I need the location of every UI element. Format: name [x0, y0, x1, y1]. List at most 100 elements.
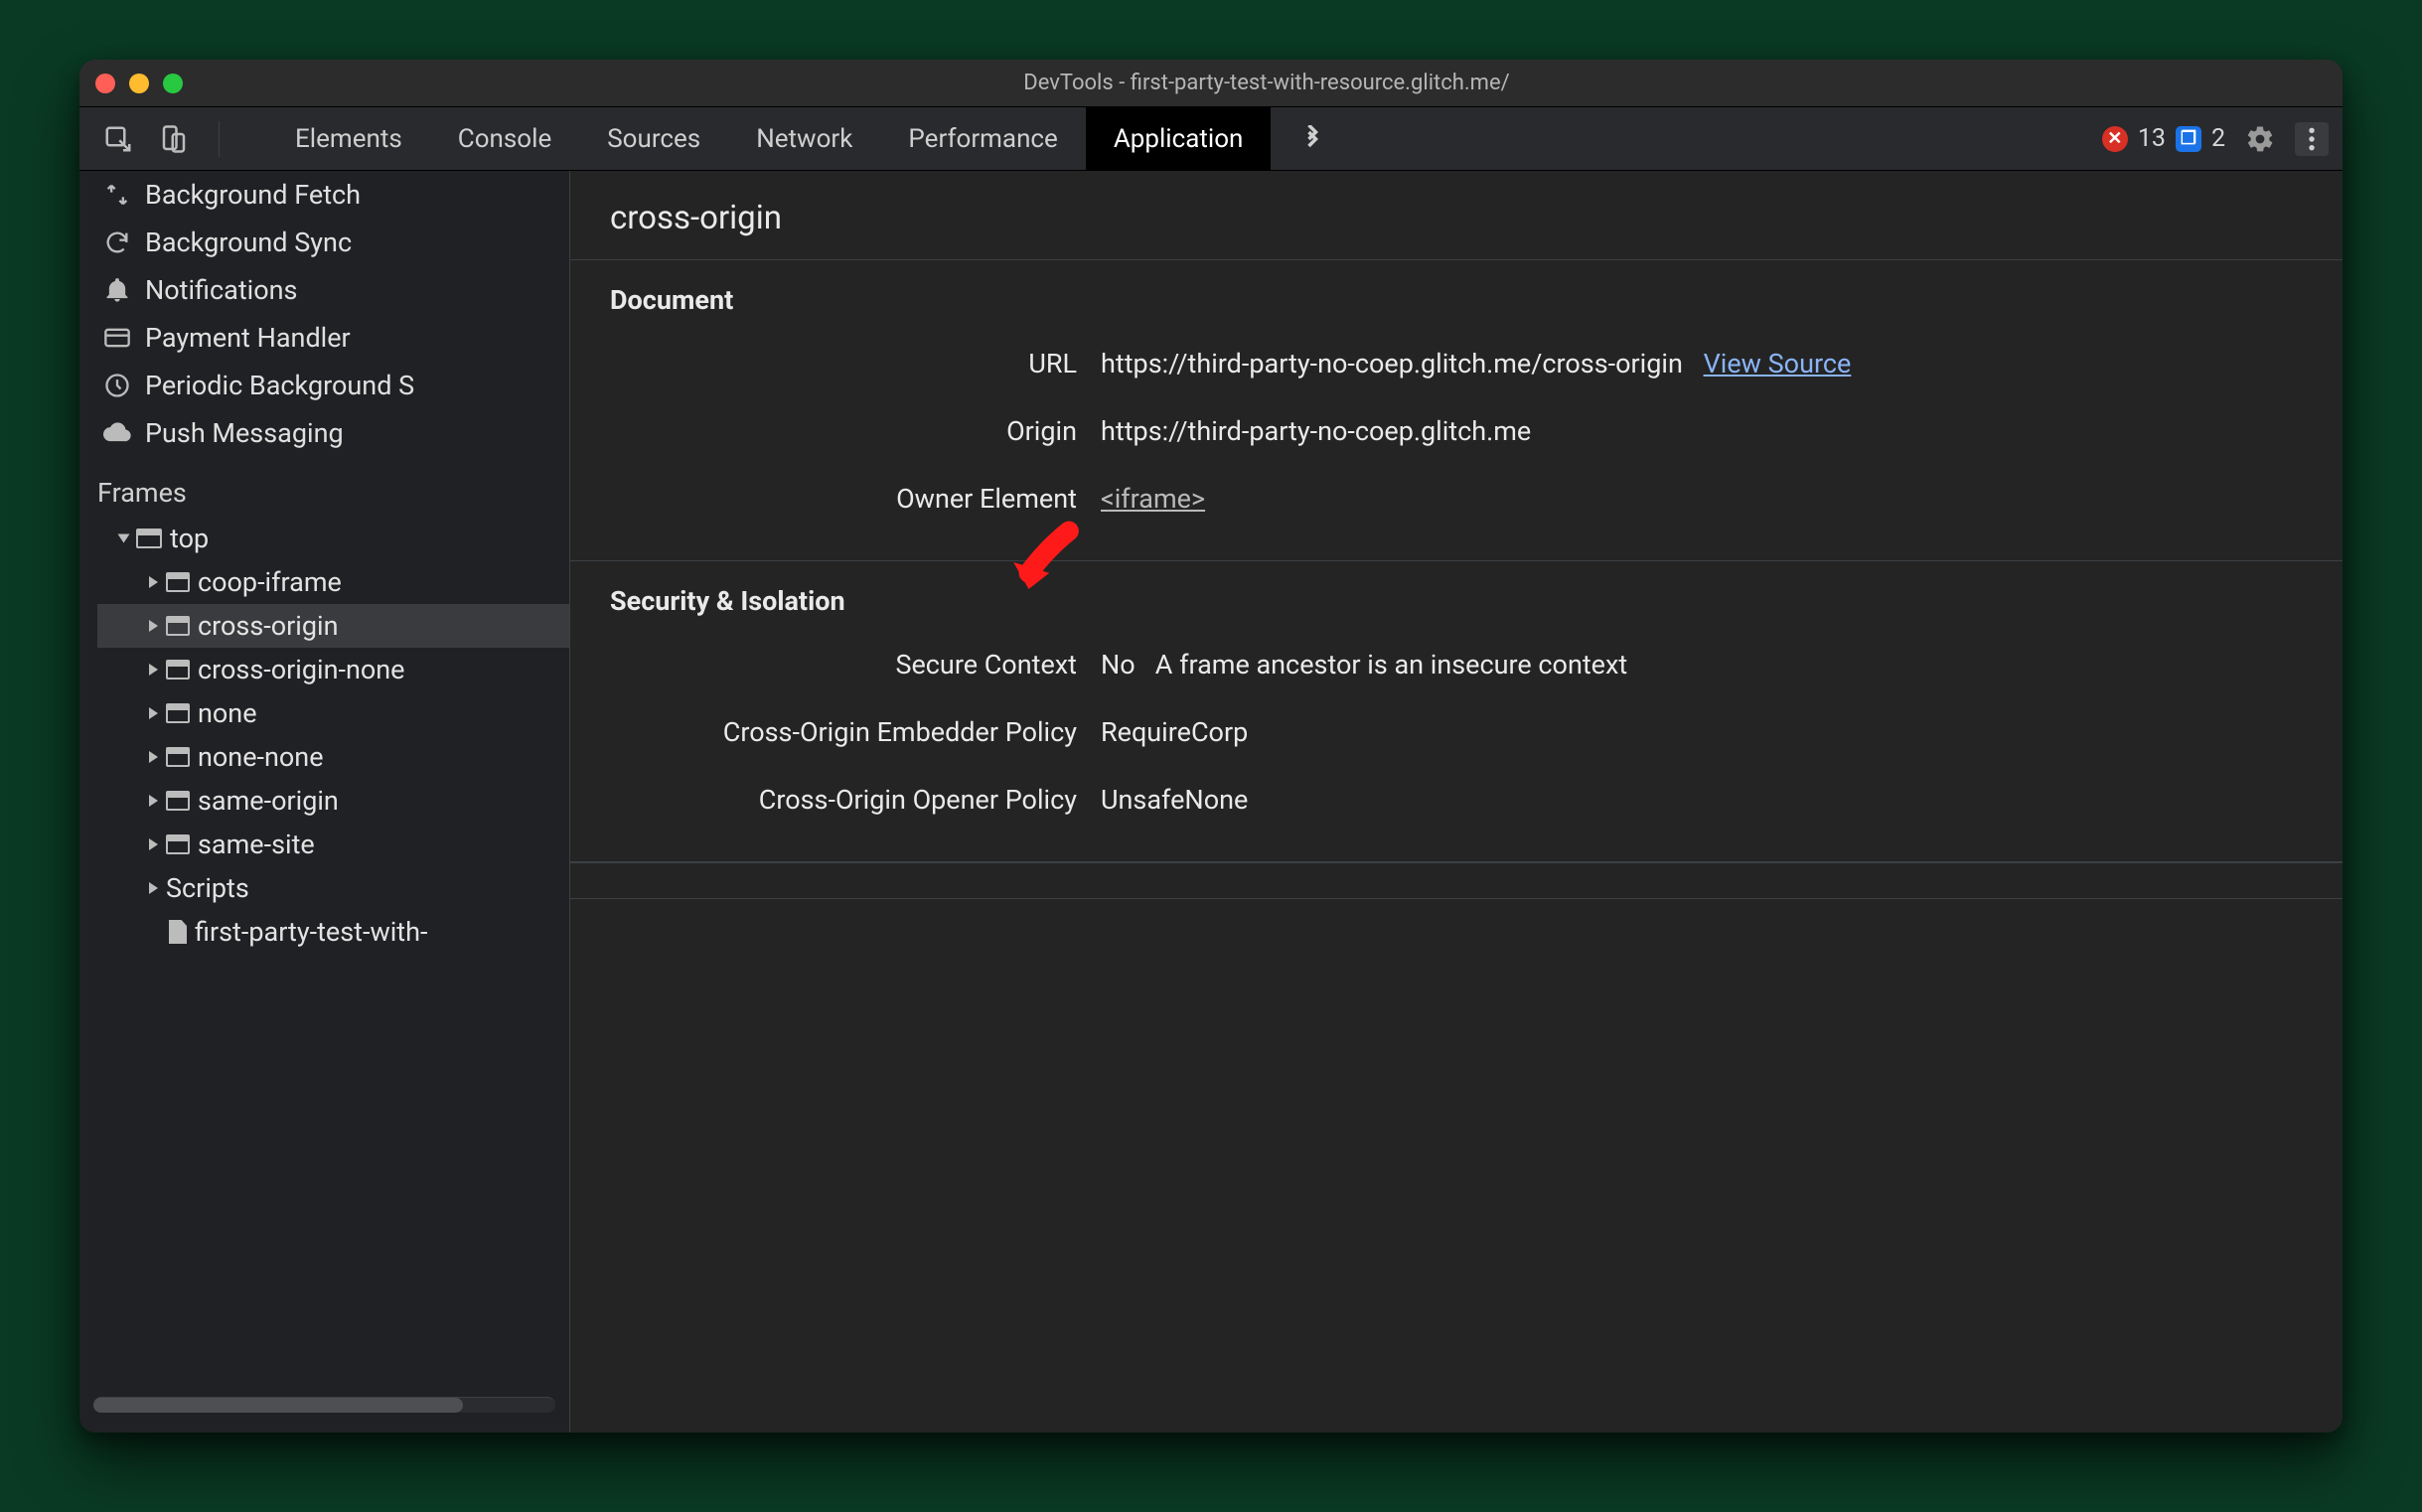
window-icon	[136, 529, 162, 548]
row-url: URL https://third-party-no-coep.glitch.m…	[610, 330, 2303, 397]
label: Secure Context	[610, 649, 1077, 680]
sidebar-item-payment-handler[interactable]: Payment Handler	[79, 314, 569, 362]
frame-icon	[166, 834, 190, 854]
label: none-none	[198, 741, 324, 773]
row-origin: Origin https://third-party-no-coep.glitc…	[610, 397, 2303, 465]
label: same-site	[198, 829, 315, 860]
close-window-button[interactable]	[95, 74, 115, 93]
document-section: Document URL https://third-party-no-coep…	[570, 260, 2343, 561]
sidebar-item-push-messaging[interactable]: Push Messaging	[79, 409, 569, 457]
tab-console[interactable]: Console	[430, 107, 579, 170]
script-file[interactable]: first-party-test-with-	[97, 910, 569, 954]
view-source-link[interactable]: View Source	[1704, 348, 1852, 379]
panel-tabs: Elements Console Sources Network Perform…	[267, 107, 1354, 170]
devtools-toolbar: Elements Console Sources Network Perform…	[79, 107, 2343, 171]
tab-elements[interactable]: Elements	[267, 107, 430, 170]
owner-element-link[interactable]: <iframe>	[1101, 483, 1205, 515]
divider	[219, 121, 220, 157]
label: Scripts	[166, 872, 249, 904]
label: cross-origin-none	[198, 654, 405, 685]
label: URL	[610, 348, 1077, 379]
frames-tree: top coop-iframe cross-origin	[79, 517, 569, 954]
chevron-right-icon	[149, 707, 158, 719]
label: Cross-Origin Opener Policy	[610, 784, 1077, 816]
label: Background Fetch	[145, 179, 361, 211]
sidebar-horizontal-scrollbar[interactable]	[93, 1397, 555, 1413]
value: <iframe>	[1101, 483, 2303, 515]
label: Background Sync	[145, 227, 352, 258]
frame-cross-origin-none[interactable]: cross-origin-none	[97, 648, 569, 691]
frames-section-title: Frames	[79, 457, 569, 517]
label: first-party-test-with-	[195, 916, 427, 948]
frame-same-site[interactable]: same-site	[97, 823, 569, 866]
value: https://third-party-no-coep.glitch.me/cr…	[1101, 348, 2303, 379]
sidebar-item-periodic-sync[interactable]: Periodic Background S	[79, 362, 569, 409]
label: Periodic Background S	[145, 370, 414, 401]
traffic-lights	[95, 74, 183, 93]
tab-application[interactable]: Application	[1086, 107, 1272, 170]
sidebar-scroll: Background Fetch Background Sync Notific…	[79, 171, 569, 1385]
security-isolation-section: Security & Isolation Secure Context No A…	[570, 561, 2343, 862]
frame-icon	[166, 791, 190, 811]
document-heading: Document	[610, 284, 2303, 316]
frame-none-none[interactable]: none-none	[97, 735, 569, 779]
tabs-overflow[interactable]	[1271, 107, 1354, 170]
maximize-window-button[interactable]	[163, 74, 183, 93]
value: No A frame ancestor is an insecure conte…	[1101, 649, 2303, 680]
value: RequireCorp	[1101, 716, 2303, 748]
label: Payment Handler	[145, 322, 351, 354]
row-secure-context: Secure Context No A frame ancestor is an…	[610, 631, 2303, 698]
frame-scripts[interactable]: Scripts	[97, 866, 569, 910]
security-heading: Security & Isolation	[610, 585, 2303, 617]
frame-title: cross-origin	[570, 171, 2343, 260]
device-toolbar-icon[interactable]	[157, 122, 191, 156]
frame-none[interactable]: none	[97, 691, 569, 735]
frame-cross-origin[interactable]: cross-origin	[97, 604, 569, 648]
empty-section	[570, 862, 2343, 898]
label: Push Messaging	[145, 417, 344, 449]
empty-section	[570, 898, 2343, 934]
label: same-origin	[198, 785, 339, 817]
sidebar-item-notifications[interactable]: Notifications	[79, 266, 569, 314]
titlebar: DevTools - first-party-test-with-resourc…	[79, 60, 2343, 107]
messages-count: 2	[2211, 124, 2225, 153]
label: top	[170, 523, 209, 554]
frame-icon	[166, 616, 190, 636]
tab-sources[interactable]: Sources	[579, 107, 728, 170]
frame-details-pane: cross-origin Document URL https://third-…	[570, 171, 2343, 1433]
frame-top[interactable]: top	[97, 517, 569, 560]
value: UnsafeNone	[1101, 784, 2303, 816]
sidebar-item-background-sync[interactable]: Background Sync	[79, 219, 569, 266]
toolbar-left	[79, 121, 247, 157]
frame-coop-iframe[interactable]: coop-iframe	[97, 560, 569, 604]
minimize-window-button[interactable]	[129, 74, 149, 93]
settings-gear-icon[interactable]	[2243, 122, 2277, 156]
label: Cross-Origin Embedder Policy	[610, 716, 1077, 748]
application-sidebar: Background Fetch Background Sync Notific…	[79, 171, 570, 1433]
frame-same-origin[interactable]: same-origin	[97, 779, 569, 823]
frame-icon	[166, 747, 190, 767]
kebab-menu-icon[interactable]	[2295, 122, 2329, 156]
chevron-right-icon	[149, 838, 158, 850]
chevron-right-icon	[149, 576, 158, 588]
content-area: Background Fetch Background Sync Notific…	[79, 171, 2343, 1433]
frame-icon	[166, 660, 190, 680]
sidebar-item-background-fetch[interactable]: Background Fetch	[79, 171, 569, 219]
tab-network[interactable]: Network	[728, 107, 880, 170]
label: Owner Element	[610, 483, 1077, 515]
tab-performance[interactable]: Performance	[880, 107, 1085, 170]
chevron-right-icon	[149, 751, 158, 763]
chevron-right-icon	[149, 664, 158, 676]
background-services-group: Background Fetch Background Sync Notific…	[79, 171, 569, 457]
inspect-element-icon[interactable]	[101, 122, 135, 156]
label: cross-origin	[198, 610, 339, 642]
chevron-down-icon	[118, 534, 130, 543]
label: Notifications	[145, 274, 297, 306]
chevron-right-icon	[149, 620, 158, 632]
error-counter[interactable]: ✕ 13 ❐ 2	[2102, 124, 2225, 153]
label: coop-iframe	[198, 566, 342, 598]
scrollbar-thumb[interactable]	[93, 1398, 463, 1413]
row-coop: Cross-Origin Opener Policy UnsafeNone	[610, 766, 2303, 833]
toolbar-right: ✕ 13 ❐ 2	[2102, 122, 2343, 156]
url-value: https://third-party-no-coep.glitch.me/cr…	[1101, 348, 1683, 379]
